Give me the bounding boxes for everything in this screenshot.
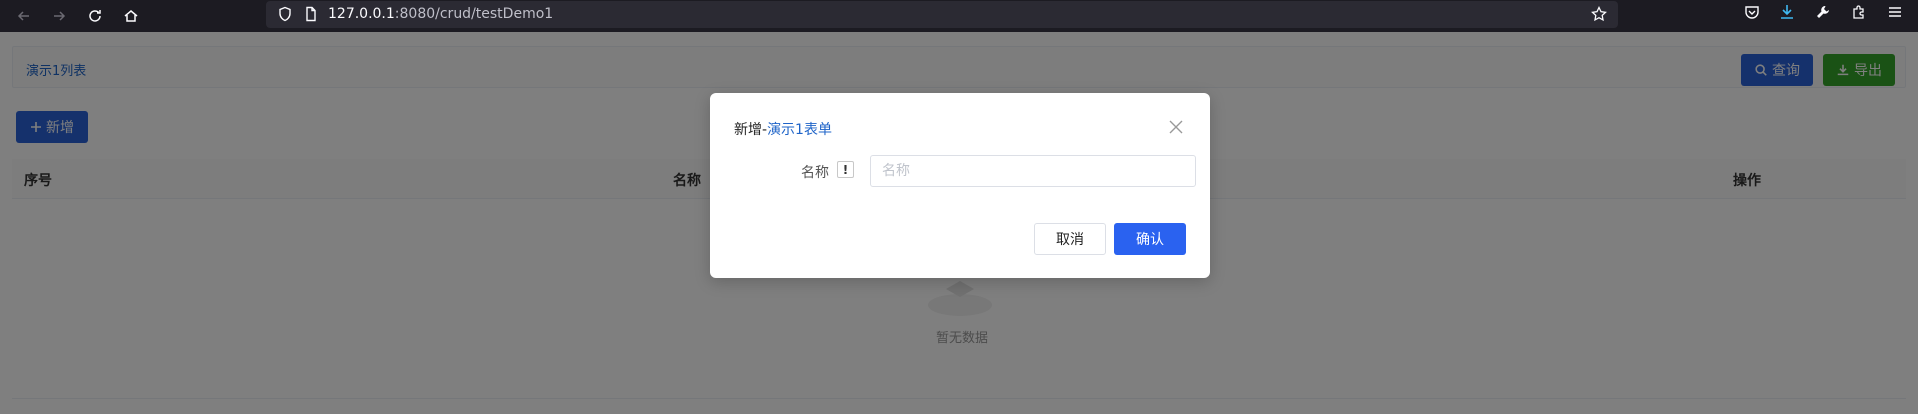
back-icon[interactable] <box>12 4 36 28</box>
confirm-button[interactable]: 确认 <box>1114 223 1186 255</box>
wrench-icon[interactable] <box>1815 4 1831 24</box>
pocket-icon[interactable] <box>1744 4 1760 24</box>
home-icon[interactable] <box>119 4 143 28</box>
dialog-title-form: 演示1表单 <box>767 122 832 138</box>
dialog-title-prefix: 新增- <box>734 122 768 138</box>
reload-icon[interactable] <box>83 4 107 28</box>
name-field[interactable] <box>870 155 1196 187</box>
help-icon[interactable]: ! <box>837 161 854 178</box>
url-text[interactable]: 127.0.0.1:8080/crud/testDemo1 <box>328 6 553 22</box>
close-icon[interactable] <box>1168 119 1184 135</box>
cancel-button[interactable]: 取消 <box>1034 223 1106 255</box>
url-path: :8080/crud/testDemo1 <box>394 6 554 22</box>
bookmark-star-icon[interactable] <box>1591 5 1607 26</box>
download-icon[interactable] <box>1779 4 1795 24</box>
url-host: 127.0.0.1 <box>328 6 395 22</box>
add-dialog: 新增-演示1表单 名称 ! 取消 确认 <box>710 93 1210 278</box>
name-field-label: 名称 <box>801 165 829 181</box>
browser-toolbar: 127.0.0.1:8080/crud/testDemo1 <box>0 0 1918 32</box>
extensions-icon[interactable] <box>1851 4 1867 24</box>
menu-icon[interactable] <box>1887 4 1903 24</box>
dialog-title: 新增-演示1表单 <box>734 119 832 139</box>
shield-icon[interactable] <box>277 6 293 26</box>
url-bar[interactable]: 127.0.0.1:8080/crud/testDemo1 <box>266 1 1618 28</box>
page-icon[interactable] <box>303 6 319 26</box>
forward-icon[interactable] <box>47 4 71 28</box>
